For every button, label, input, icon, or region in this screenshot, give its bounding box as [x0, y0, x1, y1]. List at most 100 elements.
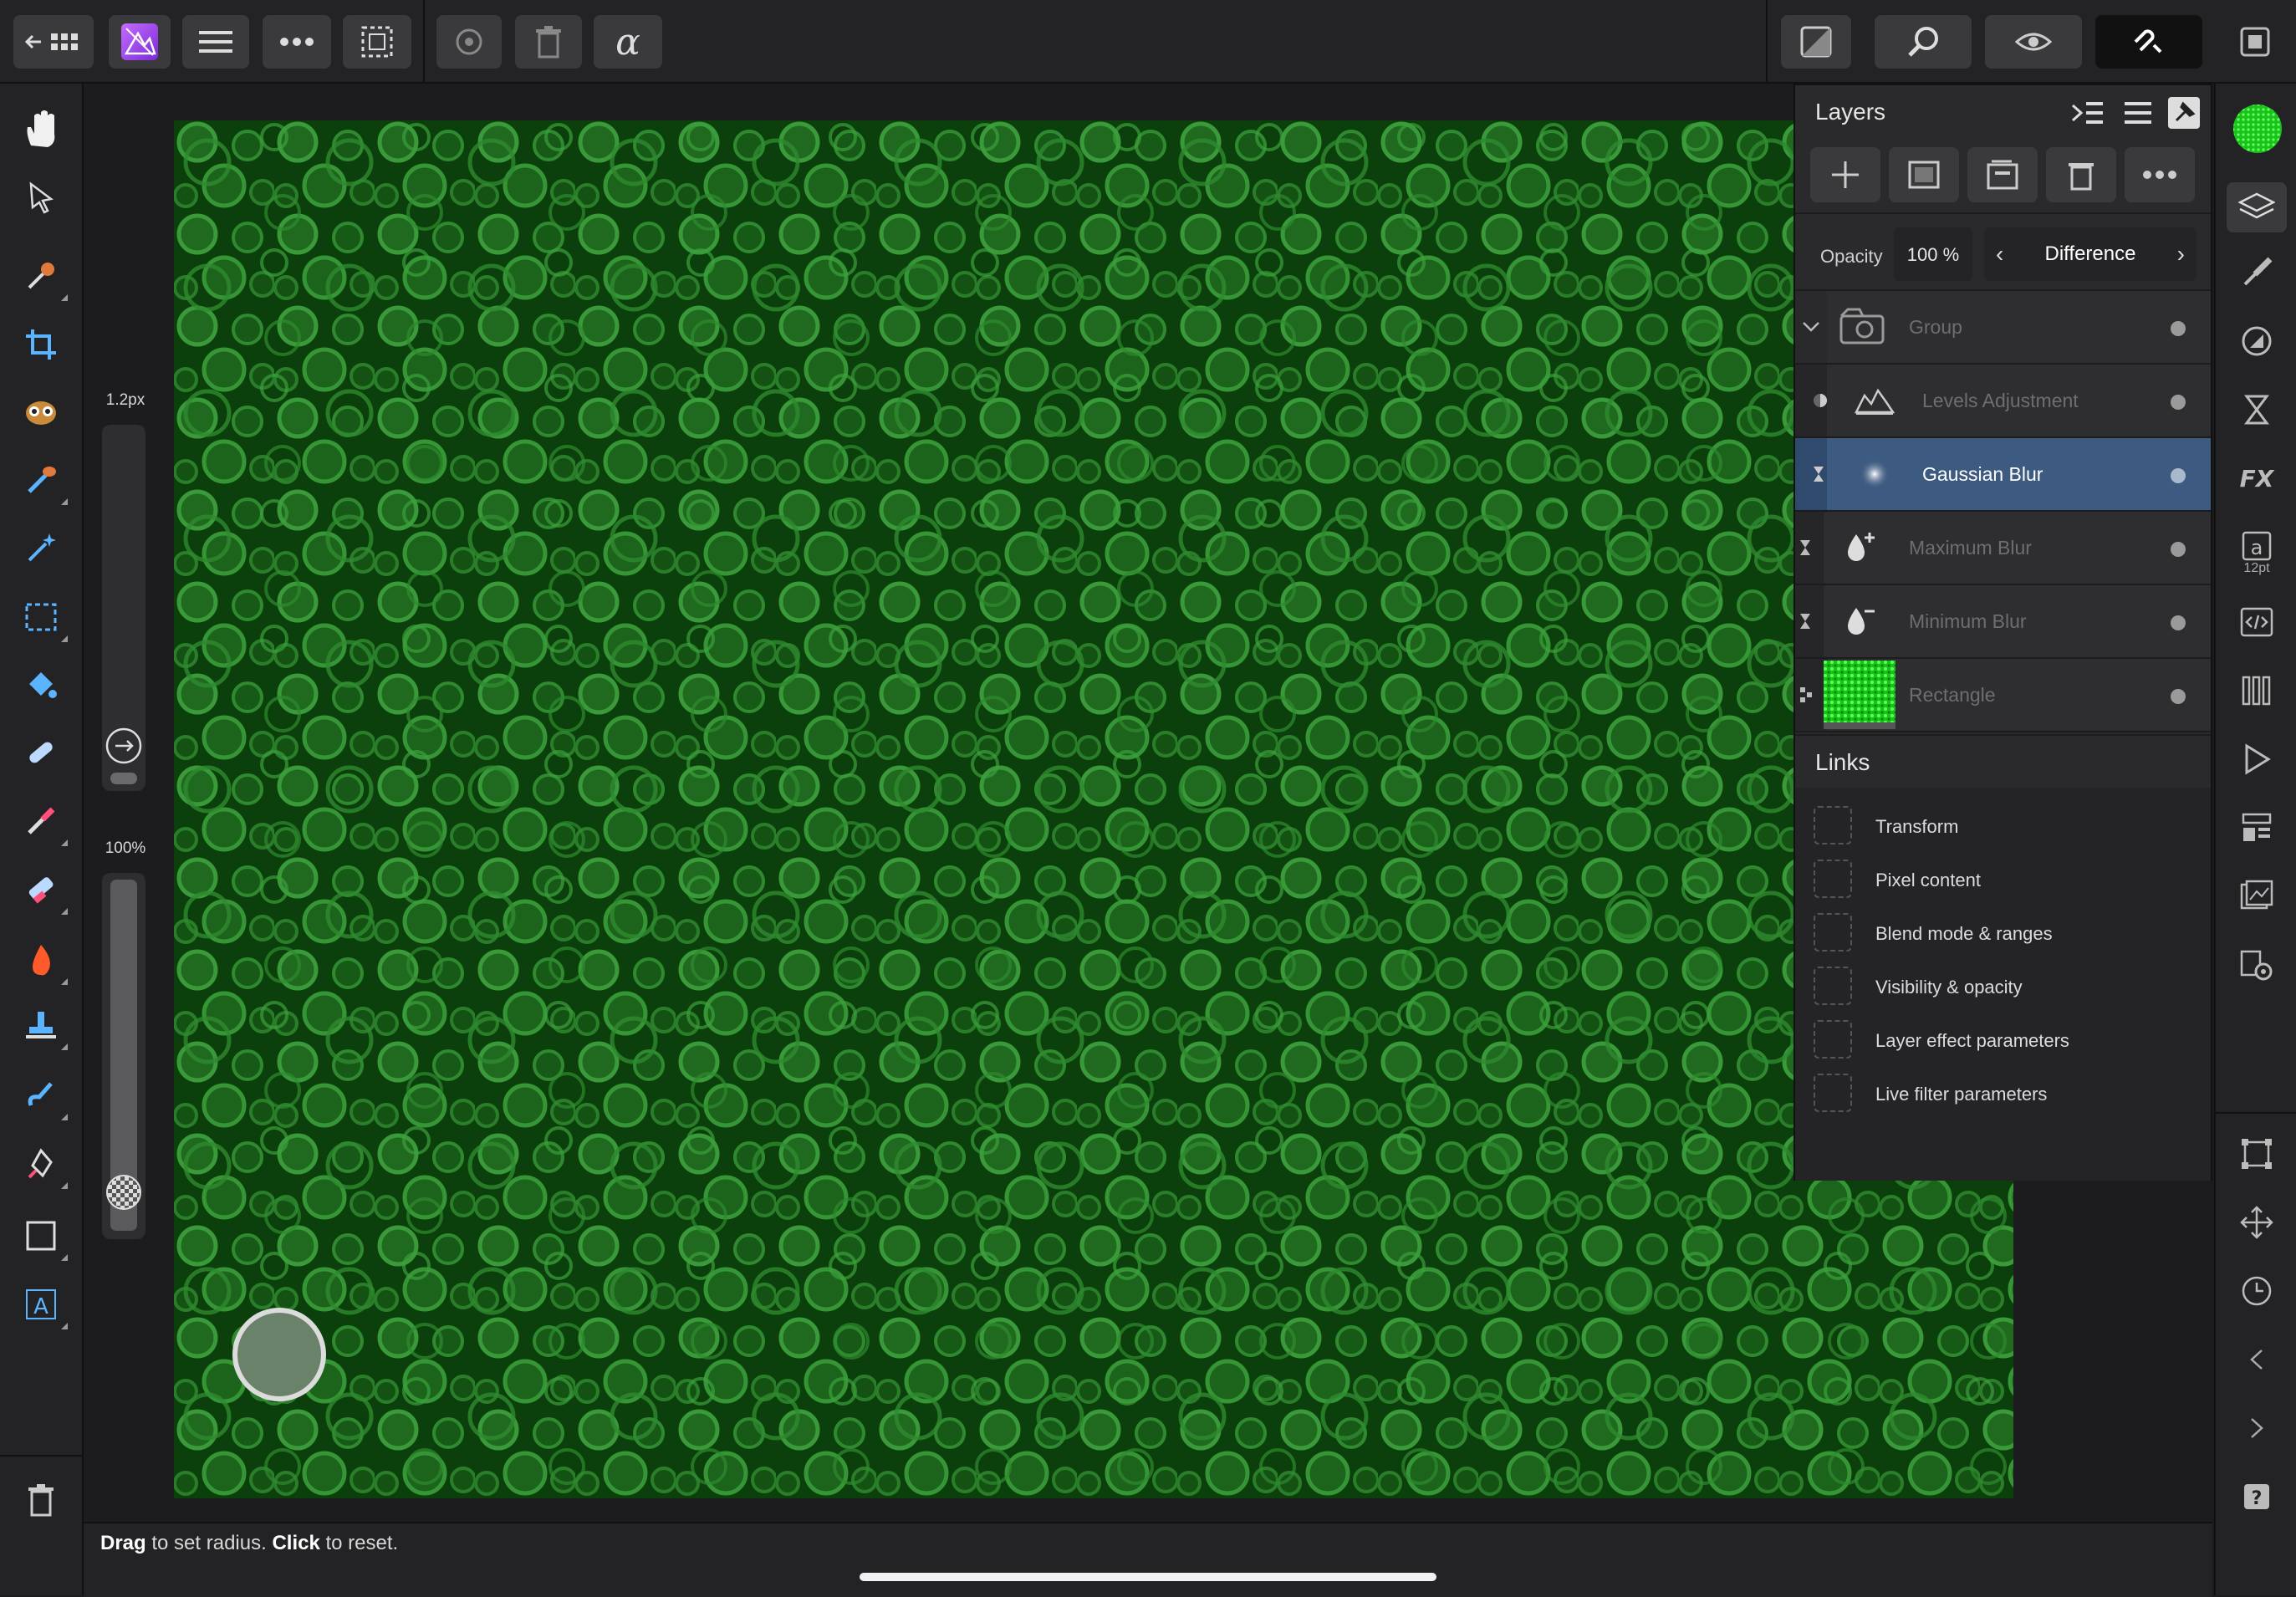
move-icon[interactable] — [16, 172, 66, 222]
visibility-dot[interactable] — [2171, 615, 2186, 630]
layer-row-levels[interactable]: Levels Adjustment — [1795, 365, 2211, 438]
marquee-icon[interactable] — [16, 592, 68, 642]
visibility-dot[interactable] — [2171, 689, 2186, 704]
window-icon[interactable] — [2232, 15, 2278, 69]
status-bar: Drag to set radius. Click to reset. — [84, 1522, 2212, 1597]
snapping-icon[interactable] — [2095, 15, 2202, 69]
link-checkbox[interactable] — [1814, 1020, 1852, 1059]
selection-brush-icon[interactable] — [16, 386, 66, 436]
erase-brush-icon[interactable] — [16, 865, 68, 915]
flood-select-icon[interactable] — [16, 455, 68, 505]
blend-mode-selector[interactable]: ‹ Difference › — [1984, 227, 2197, 281]
opacity-field[interactable]: 100 % — [1894, 227, 1972, 281]
tools-panel: A — [0, 84, 84, 1595]
layer-row-minimum-blur[interactable]: Minimum Blur — [1795, 585, 2211, 659]
trash-icon[interactable] — [16, 1475, 66, 1525]
delete-layer-button[interactable] — [2046, 147, 2116, 202]
top-toolbar: α — [0, 0, 2296, 84]
layer-row-maximum-blur[interactable]: Maximum Blur — [1795, 512, 2211, 585]
menu-icon[interactable] — [182, 15, 249, 69]
text-icon[interactable]: A — [16, 1279, 68, 1329]
document-canvas[interactable] — [174, 120, 2013, 1498]
expand-chevron-icon[interactable] — [1795, 291, 1827, 363]
visibility-dot[interactable] — [2171, 542, 2186, 557]
zoom-icon[interactable] — [1875, 15, 1972, 69]
fx-icon[interactable]: FX — [2232, 453, 2282, 503]
assistant-icon[interactable] — [1985, 15, 2082, 69]
stock-icon[interactable] — [2232, 803, 2282, 853]
hand-icon[interactable] — [16, 104, 66, 154]
transparency-icon[interactable] — [104, 1172, 144, 1212]
toolbar-separator — [1766, 0, 1768, 82]
move-panel-icon[interactable] — [2232, 1197, 2282, 1247]
home-indicator[interactable] — [860, 1573, 1436, 1581]
blend-next-icon[interactable]: › — [2177, 241, 2185, 268]
back-grid-icon[interactable] — [13, 15, 94, 69]
studio-panel-bar: FX a 12pt ? — [2214, 84, 2296, 1595]
healing-brush-icon[interactable] — [16, 727, 66, 778]
add-mask-button[interactable] — [1889, 147, 1959, 202]
history-icon[interactable] — [436, 15, 502, 69]
child-layer-gutter — [1795, 365, 1827, 436]
visibility-dot[interactable] — [2171, 468, 2186, 483]
gaussian-blur-icon — [1839, 439, 1911, 509]
group-layers-button[interactable] — [1967, 147, 2038, 202]
rectangle-icon[interactable] — [16, 1211, 68, 1261]
collapse-panel-icon[interactable] — [2071, 99, 2105, 127]
pin-icon[interactable] — [2168, 97, 2200, 129]
magic-wand-icon[interactable] — [16, 522, 66, 572]
brushes-icon[interactable] — [2232, 247, 2282, 298]
text-styles-icon[interactable]: a 12pt — [2232, 522, 2282, 585]
paint-brush-icon[interactable] — [16, 796, 68, 846]
levels-icon — [1839, 365, 1911, 436]
link-checkbox[interactable] — [1814, 1074, 1852, 1112]
pixel-layer-indicator-icon — [1795, 659, 1827, 731]
link-checkbox[interactable] — [1814, 806, 1852, 844]
add-layer-button[interactable] — [1810, 147, 1880, 202]
color-picker-icon[interactable] — [16, 251, 68, 301]
more-layer-options-button[interactable] — [2125, 147, 2195, 202]
time-icon[interactable] — [2232, 1266, 2282, 1316]
code-icon[interactable] — [2232, 597, 2282, 647]
clone-icon[interactable] — [16, 1000, 68, 1050]
layer-name: Maximum Blur — [1909, 537, 2032, 559]
panel-menu-icon[interactable] — [2121, 99, 2155, 127]
history-panel-icon[interactable] — [2232, 871, 2282, 921]
navigator-icon[interactable] — [2232, 734, 2282, 784]
transform-icon[interactable] — [2232, 1129, 2282, 1179]
dodge-burn-icon[interactable] — [16, 935, 68, 985]
delete-icon[interactable] — [515, 15, 582, 69]
smudge-icon[interactable] — [16, 1070, 68, 1120]
pen-icon[interactable] — [16, 1139, 68, 1189]
layers-icon[interactable] — [2227, 182, 2287, 232]
svg-text:?: ? — [2252, 1488, 2263, 1509]
selection-icon[interactable] — [343, 15, 411, 69]
view-mode-icon[interactable] — [1781, 15, 1851, 69]
alpha-icon[interactable]: α — [594, 15, 662, 69]
more-icon[interactable] — [263, 15, 331, 69]
layer-row-rectangle[interactable]: Rectangle — [1795, 659, 2211, 732]
settings-icon[interactable] — [2232, 940, 2282, 990]
chevron-right-icon[interactable] — [2232, 1403, 2282, 1453]
link-checkbox[interactable] — [1814, 913, 1852, 952]
adjustments-icon[interactable] — [2232, 316, 2282, 366]
visibility-dot[interactable] — [2171, 395, 2186, 410]
visibility-dot[interactable] — [2171, 321, 2186, 336]
layer-name: Minimum Blur — [1909, 610, 2027, 632]
swatches-icon[interactable] — [2232, 666, 2282, 716]
layer-name: Rectangle — [1909, 684, 1996, 706]
fill-icon[interactable] — [16, 661, 66, 711]
layer-row-gaussian-blur[interactable]: Gaussian Blur — [1795, 438, 2211, 512]
filter-indicator-icon — [1795, 585, 1827, 657]
link-checkbox[interactable] — [1814, 967, 1852, 1005]
chevron-left-icon[interactable] — [2232, 1334, 2282, 1385]
link-checkbox[interactable] — [1814, 860, 1852, 898]
crop-icon[interactable] — [16, 319, 66, 370]
photo-persona-icon[interactable] — [109, 15, 171, 69]
layer-row-group[interactable]: Group — [1795, 291, 2211, 365]
blend-mode-value: Difference — [2044, 242, 2136, 265]
live-filters-icon[interactable] — [2232, 385, 2282, 435]
forward-arrow-icon[interactable] — [104, 726, 144, 766]
color-swatch[interactable] — [2232, 104, 2282, 154]
help-icon[interactable]: ? — [2232, 1472, 2282, 1522]
